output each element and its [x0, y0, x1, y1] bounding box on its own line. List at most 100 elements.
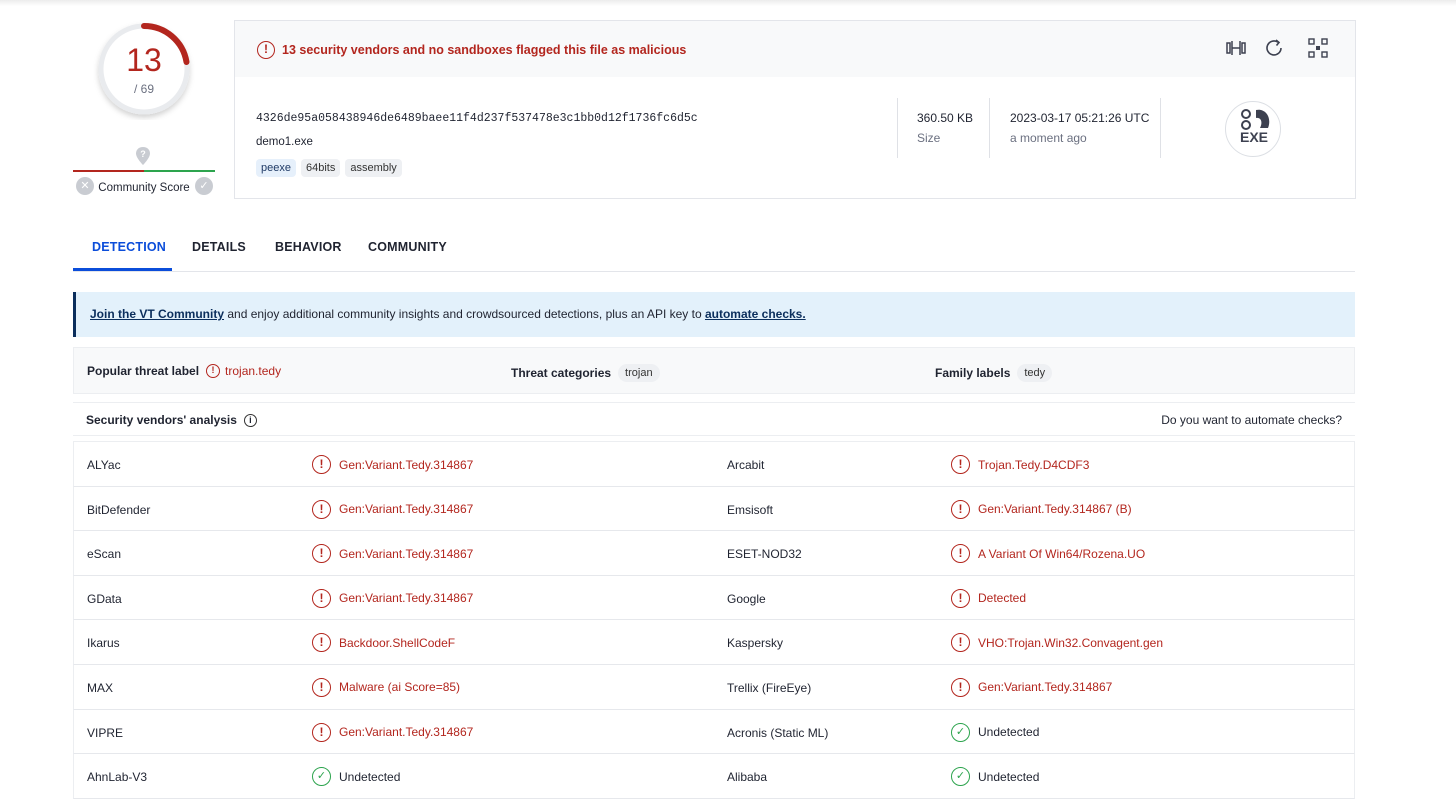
- vendor-result: ! Malware (ai Score=85): [312, 677, 460, 697]
- vendor-result: ! Gen:Variant.Tedy.314867: [312, 588, 473, 608]
- vendor-result-text: Undetected: [978, 725, 1040, 740]
- family-label-pill[interactable]: tedy: [1017, 364, 1053, 382]
- check-circle-icon: ✓: [951, 767, 970, 787]
- active-tab-indicator: [73, 268, 172, 271]
- vendor-result: ! Gen:Variant.Tedy.314867: [312, 722, 474, 742]
- family-labels-key: Family labels: [935, 366, 1011, 380]
- vendor-name: Arcabit: [727, 458, 765, 472]
- detections-count: 13: [126, 42, 162, 78]
- alert-circle-icon: !: [312, 633, 331, 653]
- analysis-date-value: 2023-03-17 05:21:26 UTC: [1010, 111, 1150, 125]
- vendor-result-text: A Variant Of Win64/Rozena.UO: [978, 546, 1146, 561]
- vendor-result-text: Gen:Variant.Tedy.314867: [339, 457, 474, 472]
- table-row: BitDefender! Gen:Variant.Tedy.314867 Emsis…: [73, 486, 1355, 532]
- info-icon[interactable]: i: [243, 413, 257, 427]
- alert-circle-icon: !: [951, 588, 970, 608]
- vendor-result: ! Gen:Variant.Tedy.314867: [312, 499, 474, 519]
- vendor-name: GData: [87, 591, 122, 606]
- compare-icon[interactable]: [1225, 37, 1247, 59]
- table-row: eScan! Gen:Variant.Tedy.314867 ESET-NOD32!…: [73, 531, 1355, 576]
- file-size-value: 360.50 KB: [917, 111, 974, 125]
- table-row: GData! Gen:Variant.Tedy.314867 Google! Dete…: [73, 575, 1355, 621]
- alert-circle-icon: !: [312, 588, 331, 608]
- join-community-link[interactable]: Join the VT Community: [90, 307, 224, 321]
- alert-circle-icon: !: [312, 499, 331, 519]
- vendor-result: ! VHO:Trojan.Win32.Convagent.gen: [951, 633, 1163, 653]
- table-row: MAX! Malware (ai Score=85) Trellix (FireEy…: [73, 664, 1355, 710]
- detection-score-ring: 13 / 69: [93, 18, 195, 120]
- check-circle-icon: ✓: [951, 722, 970, 742]
- file-type-text: EXE: [1239, 129, 1268, 145]
- vendor-name: ESET-NOD32: [727, 547, 802, 562]
- tab-community[interactable]: COMMUNITY: [368, 240, 447, 254]
- file-summary-card: ! 13 security vendors and no sandboxes f…: [234, 20, 1356, 199]
- alert-circle-icon: !: [206, 364, 221, 378]
- automate-checks-link[interactable]: automate checks.: [705, 307, 806, 321]
- popular-threat-label: Popular threat label ! trojan.tedy: [87, 364, 281, 378]
- alert-text: 13 security vendors and no sandboxes fla…: [282, 43, 687, 57]
- vote-harmless-button[interactable]: ✓: [195, 177, 213, 195]
- info-banner-middle-text: and enjoy additional community insights …: [224, 307, 705, 321]
- popular-threat-label-value[interactable]: trojan.tedy: [225, 364, 281, 378]
- tab-behavior[interactable]: BEHAVIOR: [275, 240, 342, 254]
- vendor-name: ALYac: [87, 458, 121, 472]
- tag-peexe[interactable]: peexe: [256, 159, 296, 177]
- vendor-result: ! Trojan.Tedy.D4CDF3: [951, 455, 1089, 474]
- vendor-result: ! Gen:Variant.Tedy.314867 (B): [951, 499, 1132, 519]
- community-score-label: Community Score: [98, 182, 190, 194]
- threat-categories: Threat categories trojan: [511, 364, 660, 382]
- map-pin-question-icon: ?: [136, 147, 150, 165]
- graph-icon[interactable]: [1307, 37, 1329, 59]
- vendor-result: ! Gen:Variant.Tedy.314867: [312, 455, 473, 474]
- vendor-result: ✓ Undetected: [951, 722, 1040, 742]
- tag-assembly[interactable]: assembly: [345, 159, 402, 177]
- alert-circle-icon: !: [951, 499, 970, 519]
- vendors-title: Security vendors' analysis i: [86, 413, 257, 427]
- vendor-result: ! A Variant Of Win64/Rozena.UO: [951, 544, 1146, 564]
- alert-circle-icon: !: [312, 677, 331, 697]
- vendor-result: ! Backdoor.ShellCodeF: [312, 633, 456, 653]
- vendor-name: Emsisoft: [727, 502, 774, 517]
- check-circle-icon: ✓: [312, 767, 331, 787]
- automate-checks-prompt[interactable]: Do you want to automate checks?: [1161, 413, 1342, 427]
- vendor-result-text: Backdoor.ShellCodeF: [339, 635, 456, 650]
- vendor-result-text: VHO:Trojan.Win32.Convagent.gen: [978, 635, 1163, 650]
- file-type-badge: EXE: [1225, 101, 1281, 157]
- malicious-alert: ! 13 security vendors and no sandboxes f…: [257, 41, 686, 59]
- meta-divider-1: [897, 98, 898, 158]
- engines-total: / 69: [133, 82, 154, 96]
- tab-details[interactable]: DETAILS: [192, 240, 246, 254]
- threat-category-pill[interactable]: trojan: [618, 364, 660, 382]
- meta-divider-3: [1160, 98, 1161, 158]
- alert-circle-icon: !: [951, 455, 970, 474]
- vendor-result-text: Undetected: [339, 769, 401, 784]
- file-tags: peexe 64bits assembly: [256, 159, 402, 177]
- vendor-result-text: Detected: [978, 591, 1027, 606]
- popular-threat-label-key: Popular threat label: [87, 364, 200, 378]
- vendor-name: AhnLab-V3: [87, 770, 148, 785]
- file-size-label: Size: [917, 131, 941, 145]
- alert-circle-icon: !: [312, 544, 331, 564]
- table-row: AhnLab-V3 ✓ Undetected Alibaba ✓ Undetected: [73, 754, 1355, 799]
- file-hash[interactable]: 4326de95a058438946de6489baee11f4d237f537…: [256, 112, 698, 125]
- vendor-result-text: Gen:Variant.Tedy.314867: [339, 502, 474, 517]
- community-bar-positive: [144, 170, 215, 172]
- tag-64bits[interactable]: 64bits: [300, 159, 341, 177]
- tab-detection[interactable]: DETECTION: [92, 240, 166, 254]
- community-bar-negative: [73, 170, 144, 172]
- vendor-name: Trellix (FireEye): [727, 680, 812, 695]
- threat-labels-row: Popular threat label ! trojan.tedy Threa…: [73, 347, 1355, 394]
- vendor-result: ! Gen:Variant.Tedy.314867: [312, 544, 473, 564]
- vendor-result-text: Gen:Variant.Tedy.314867 (B): [978, 502, 1132, 517]
- vendor-name: Kaspersky: [727, 636, 784, 651]
- vendor-result-text: Undetected: [978, 769, 1040, 784]
- meta-divider-2: [989, 98, 990, 158]
- alert-circle-icon: !: [257, 41, 275, 59]
- vendor-result-text: Gen:Variant.Tedy.314867: [978, 680, 1113, 695]
- vendor-result-text: Gen:Variant.Tedy.314867: [339, 725, 474, 740]
- vendor-name: Alibaba: [727, 770, 768, 785]
- vendor-result: ✓ Undetected: [312, 767, 401, 787]
- table-row: Ikarus! Backdoor.ShellCodeF Kaspersky! VHO:…: [73, 620, 1355, 665]
- alert-circle-icon: !: [951, 544, 970, 564]
- reanalyze-icon[interactable]: [1263, 37, 1285, 59]
